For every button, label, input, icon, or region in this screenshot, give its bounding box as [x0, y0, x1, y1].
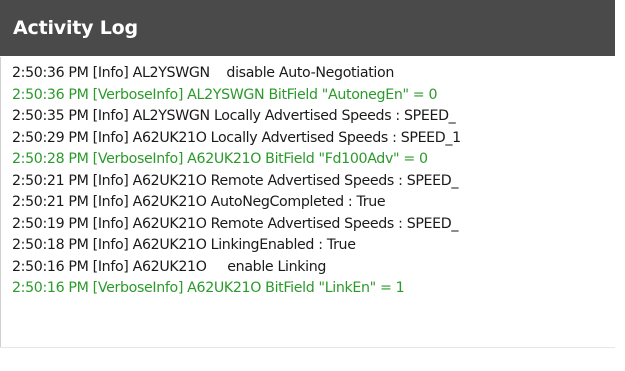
- activity-log-list[interactable]: 2:50:36 PM [Info] AL2YSWGN disable Auto-…: [0, 57, 615, 347]
- log-entry: 2:50:29 PM [Info] A62UK21O Locally Adver…: [12, 129, 461, 146]
- log-entry: 2:50:36 PM [VerboseInfo] AL2YSWGN BitFie…: [12, 86, 438, 103]
- log-entry: 2:50:21 PM [Info] A62UK21O AutoNegComple…: [12, 194, 386, 210]
- log-entry: 2:50:21 PM [Info] A62UK21O Remote Advert…: [12, 172, 459, 189]
- log-entry: 2:50:16 PM [VerboseInfo] A62UK21O BitFie…: [12, 280, 405, 296]
- log-entry: 2:50:18 PM [Info] A62UK21O LinkingEnable…: [12, 237, 356, 253]
- log-entry: 2:50:28 PM [VerboseInfo] A62UK21O BitFie…: [12, 151, 428, 167]
- log-entry: 2:50:35 PM [Info] AL2YSWGN Locally Adver…: [12, 108, 456, 124]
- activity-log-panel: Activity Log 2:50:36 PM [Info] AL2YSWGN …: [0, 0, 625, 371]
- log-entry: 2:50:36 PM [Info] AL2YSWGN disable Auto-…: [12, 65, 394, 81]
- panel-right-edge: [615, 0, 625, 371]
- log-entry: 2:50:16 PM [Info] A62UK21O enable Linkin…: [12, 258, 326, 275]
- panel-title: Activity Log: [0, 0, 615, 56]
- log-bottom-divider: [0, 347, 615, 348]
- log-entry: 2:50:19 PM [Info] A62UK21O Remote Advert…: [12, 215, 459, 232]
